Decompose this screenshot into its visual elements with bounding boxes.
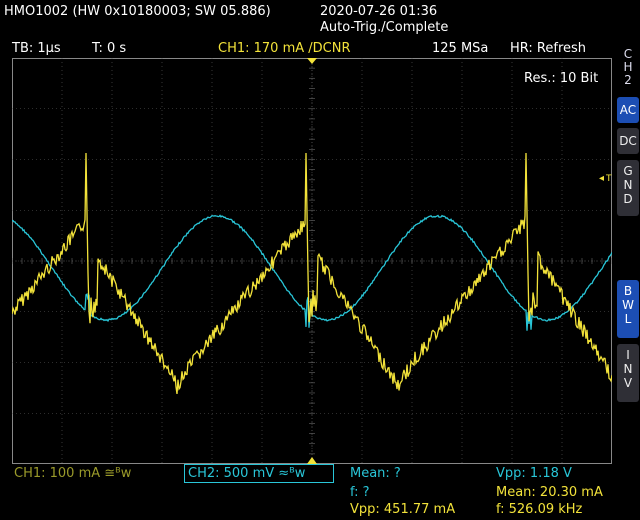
ac-coupling-button[interactable]: AC	[617, 97, 639, 123]
trigger-position-marker-top	[307, 58, 317, 64]
datetime: 2020-07-26 01:36	[320, 4, 438, 19]
graticule-grid	[12, 58, 612, 464]
inv-button[interactable]: I N V	[617, 344, 639, 402]
ch1-mean-readout: Mean: ?	[350, 466, 401, 481]
dc-coupling-button[interactable]: DC	[617, 128, 639, 154]
trigger-level-marker: ◂ T	[599, 173, 612, 184]
ch1-vpp-readout: Vpp: 451.77 mA	[350, 502, 456, 517]
bwl-button-label: B W L	[622, 284, 634, 326]
trigger-time-label[interactable]: T: 0 s	[92, 41, 126, 56]
ch1-frequency-readout: f: ?	[350, 485, 370, 500]
frequency-readout: f: 526.09 kHz	[496, 502, 583, 517]
trigger-position-marker-bottom	[307, 457, 317, 464]
ch2-setting[interactable]: CH2: 500 mV ≈ᴮw	[184, 464, 334, 483]
gnd-button[interactable]: G N D	[617, 160, 639, 216]
hr-mode-label[interactable]: HR: Refresh	[510, 41, 586, 56]
ch1-waveform	[12, 152, 612, 394]
sample-rate-label: 125 MSa	[432, 41, 489, 56]
device-id: HMO1002 (HW 0x10180003; SW 05.886)	[4, 4, 271, 19]
svg-text:◂: ◂	[599, 173, 604, 184]
gnd-button-label: G N D	[623, 164, 633, 206]
trigger-status: Auto-Trig./Complete	[320, 20, 449, 35]
ch1-trigger-label[interactable]: CH1: 170 mA /DCNR	[218, 41, 351, 56]
channel-label-2: 2	[624, 73, 632, 87]
waveform-display[interactable]: Res.: 10 Bit ◂ T 2	[12, 58, 612, 464]
ac-button-label: AC	[619, 103, 637, 117]
mean-readout: Mean: 20.30 mA	[496, 485, 603, 500]
ch1-setting[interactable]: CH1: 100 mA ≅ᴮw	[14, 466, 131, 481]
inv-button-label: I N V	[623, 348, 633, 390]
trigger-level-label: T	[605, 174, 612, 184]
dc-button-label: DC	[619, 134, 637, 148]
info-bar: TB: 1µs T: 0 s CH1: 170 mA /DCNR 125 MSa…	[0, 40, 616, 58]
bwl-button[interactable]: B W L	[617, 280, 639, 338]
ch2-vpp-readout: Vpp: 1.18 V	[496, 466, 572, 481]
resolution-label: Res.: 10 Bit	[524, 71, 598, 86]
timebase-label[interactable]: TB: 1µs	[12, 41, 61, 56]
side-menu: C H 2 AC DC G N D B W L I N V	[616, 40, 640, 520]
